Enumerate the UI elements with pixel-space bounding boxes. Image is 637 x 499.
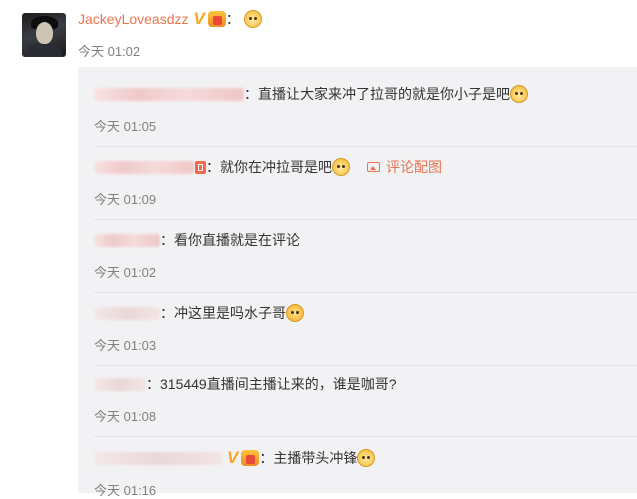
reply-divider — [94, 292, 637, 293]
reply-item-1: ： 直播让大家来冲了拉哥的就是你小子是吧 — [94, 84, 528, 104]
doge-emoji-icon — [332, 158, 350, 176]
reply-text: 直播让大家来冲了拉哥的就是你小子是吧 — [258, 86, 510, 102]
reply-time: 今天 01:08 — [94, 409, 157, 424]
main-comment-header: JackeyLoveasdzz V ： — [78, 9, 262, 29]
frightened-emoji-icon — [286, 304, 304, 322]
verified-v-icon: V — [193, 9, 205, 28]
main-comment-username[interactable]: JackeyLoveasdzz — [78, 11, 189, 27]
doge-emoji-icon — [510, 85, 528, 103]
reply-time: 今天 01:09 — [94, 192, 157, 207]
level-badge-icon — [195, 160, 206, 174]
reply-item-4: ： 冲这里是吗水子哥 — [94, 303, 304, 323]
reply-divider — [94, 436, 637, 437]
fan-medal-icon — [207, 11, 226, 27]
doge-emoji-icon — [357, 449, 376, 467]
avatar-face — [36, 22, 53, 44]
redacted-username[interactable] — [94, 87, 244, 101]
reply-time: 今天 01:03 — [94, 338, 157, 353]
redacted-username[interactable] — [94, 377, 146, 391]
reply-time: 今天 01:05 — [94, 119, 157, 134]
reply-text: 就你在冲拉哥是吧 — [220, 159, 332, 175]
reply-time: 今天 01:16 — [94, 483, 157, 498]
reply-divider — [94, 219, 637, 220]
reply-time: 今天 01:02 — [94, 265, 157, 280]
reply-divider — [94, 146, 637, 147]
user-avatar[interactable] — [22, 13, 66, 57]
comment-picture-link[interactable]: 评论配图 — [367, 157, 442, 177]
redacted-username[interactable] — [94, 233, 160, 247]
comment-picture-label: 评论配图 — [386, 159, 442, 175]
main-comment-time: 今天 01:02 — [78, 44, 141, 59]
reply-text: 看你直播就是在评论 — [174, 232, 300, 248]
reply-item-5: ： 315449直播间主播让来的，谁是咖哥? — [94, 374, 397, 394]
verified-v-icon: V — [227, 448, 239, 467]
doge-emoji-icon — [243, 10, 262, 28]
reply-item-2: ： 就你在冲拉哥是吧 评论配图 — [94, 157, 442, 177]
reply-item-3: ： 看你直播就是在评论 — [94, 230, 300, 250]
reply-item-6: V ： 主播带头冲锋 — [94, 448, 376, 468]
redacted-username[interactable] — [94, 160, 194, 174]
reply-list — [78, 67, 637, 493]
main-comment-colon: ： — [225, 11, 240, 27]
reply-text: 315449直播间主播让来的，谁是咖哥? — [160, 376, 397, 392]
fan-medal-icon — [241, 450, 260, 466]
avatar-body — [26, 44, 62, 57]
redacted-username[interactable] — [94, 306, 160, 320]
reply-text: 主播带头冲锋 — [273, 450, 358, 466]
redacted-username[interactable] — [94, 451, 222, 465]
reply-divider — [94, 365, 637, 366]
reply-text: 冲这里是吗水子哥 — [174, 305, 286, 321]
image-icon — [367, 162, 380, 172]
